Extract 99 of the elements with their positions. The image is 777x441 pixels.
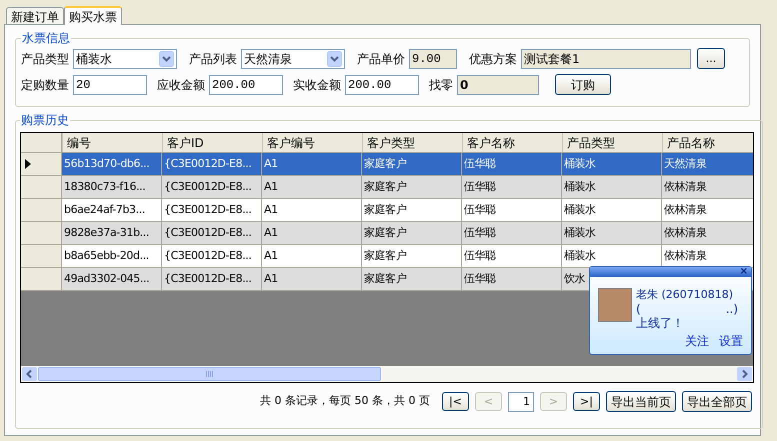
table-cell: A1 xyxy=(262,268,362,290)
chevron-down-icon xyxy=(159,50,174,66)
tab[interactable]: 新建订单 xyxy=(6,7,64,24)
readonly-field: 0 xyxy=(457,74,539,94)
horizontal-scrollbar[interactable] xyxy=(21,366,753,382)
contact-name: 老朱 (260710818) xyxy=(636,288,734,302)
pager-button[interactable]: >| xyxy=(573,392,600,411)
input-field[interactable]: 200.00 xyxy=(345,74,419,94)
online-message: 上线了！ xyxy=(636,316,685,330)
table-cell: 伍华聪 xyxy=(462,222,562,244)
readonly-field: 9.00 xyxy=(409,48,457,68)
browse-button[interactable]: ... xyxy=(697,48,725,69)
table-row[interactable]: 56b13d70-db6... {C3E0012D-E8... A1 家庭客户 伍华聪 桶装水 天然清泉 xyxy=(21,153,753,176)
table-cell: 依林清泉 xyxy=(662,176,753,198)
group-title: 购票历史 xyxy=(20,112,70,129)
table-cell: 家庭客户 xyxy=(362,199,462,221)
table-cell: b6ae24af-7b3... xyxy=(62,199,162,221)
field-label: 优惠方案 xyxy=(469,50,517,68)
row-header xyxy=(21,199,62,221)
table-cell: b8a65ebb-20d... xyxy=(62,245,162,267)
table-cell: 桶装水 xyxy=(562,153,662,175)
table-cell: 伍华聪 xyxy=(462,268,562,290)
row-header xyxy=(21,245,62,267)
table-cell: 家庭客户 xyxy=(362,153,462,175)
dropdown[interactable]: 桶装水 xyxy=(73,48,177,68)
table-row[interactable]: 18380c73-f16... {C3E0012D-E8... A1 家庭客户 伍华聪 桶装水 依林清泉 xyxy=(21,176,753,199)
table-cell: A1 xyxy=(262,245,362,267)
table-cell: 家庭客户 xyxy=(362,176,462,198)
status-text: ( xyxy=(636,302,641,316)
table-cell: 9828e37a-31b... xyxy=(62,222,162,244)
table-cell: 家庭客户 xyxy=(362,268,462,290)
table-cell: A1 xyxy=(262,199,362,221)
table-cell: A1 xyxy=(262,222,362,244)
table-cell: 桶装水 xyxy=(562,176,662,198)
table-cell: 天然清泉 xyxy=(662,153,753,175)
group-title: 水票信息 xyxy=(21,30,71,47)
grip-icon xyxy=(206,371,214,377)
table-cell: 伍华聪 xyxy=(462,245,562,267)
status-text: ..) xyxy=(726,302,738,316)
column-header: 客户编号 xyxy=(262,133,362,152)
table-cell: {C3E0012D-E8... xyxy=(162,245,262,267)
table-cell: 依林清泉 xyxy=(662,199,753,221)
row-header xyxy=(21,176,62,198)
tab[interactable]: 购买水票 xyxy=(64,6,122,25)
field-label: 产品列表 xyxy=(189,50,237,68)
column-header: 编号 xyxy=(62,133,162,152)
table-cell: 桶装水 xyxy=(562,199,662,221)
field-label: 找零 xyxy=(429,76,453,94)
table-cell: {C3E0012D-E8... xyxy=(162,222,262,244)
table-cell: 18380c73-f16... xyxy=(62,176,162,198)
table-cell: 伍华聪 xyxy=(462,199,562,221)
column-header: 产品名称 xyxy=(662,133,753,152)
table-cell: 伍华聪 xyxy=(462,176,562,198)
order-button[interactable]: 订购 xyxy=(555,74,611,95)
export-button[interactable]: 导出全部页 xyxy=(682,391,752,412)
table-row[interactable]: b8a65ebb-20d... {C3E0012D-E8... A1 家庭客户 伍华聪 桶装水 依林清泉 xyxy=(21,245,753,268)
column-header: 客户类型 xyxy=(362,133,462,152)
dropdown[interactable]: 天然清泉 xyxy=(241,48,345,68)
close-button[interactable]: × xyxy=(740,267,748,277)
page-input[interactable]: 1 xyxy=(508,392,534,412)
avatar-placeholder xyxy=(598,288,632,322)
table-cell: 家庭客户 xyxy=(362,222,462,244)
export-button[interactable]: 导出当前页 xyxy=(606,391,676,412)
table-row[interactable]: b6ae24af-7b3... {C3E0012D-E8... A1 家庭客户 伍华聪 桶装水 依林清泉 xyxy=(21,199,753,222)
table-cell: {C3E0012D-E8... xyxy=(162,268,262,290)
table-cell: 桶装水 xyxy=(562,222,662,244)
table-row[interactable]: 9828e37a-31b... {C3E0012D-E8... A1 家庭客户 伍华聪 桶装水 依林清泉 xyxy=(21,222,753,245)
scroll-right-icon[interactable] xyxy=(737,367,752,381)
table-cell: 家庭客户 xyxy=(362,245,462,267)
popup-link[interactable]: 设置 xyxy=(719,332,743,350)
column-header: 客户名称 xyxy=(462,133,562,152)
table-cell: {C3E0012D-E8... xyxy=(162,153,262,175)
pager-summary: 共 0 条记录，每页 50 条，共 0 页 xyxy=(260,393,430,410)
field-label: 应收金额 xyxy=(157,76,205,94)
pager-button[interactable]: |< xyxy=(442,392,469,411)
field-label: 实收金额 xyxy=(293,76,341,94)
input-field[interactable]: 200.00 xyxy=(209,74,283,94)
table-cell: A1 xyxy=(262,176,362,198)
field-label: 产品单价 xyxy=(357,50,405,68)
table-cell: {C3E0012D-E8... xyxy=(162,176,262,198)
popup-link[interactable]: 关注 xyxy=(685,332,709,350)
table-cell: 依林清泉 xyxy=(662,222,753,244)
current-row-icon xyxy=(25,159,31,169)
scrollbar-thumb[interactable] xyxy=(38,367,381,381)
row-header xyxy=(21,268,62,290)
table-cell: A1 xyxy=(262,153,362,175)
column-header: 产品类型 xyxy=(562,133,662,152)
table-cell: 49ad3302-045... xyxy=(62,268,162,290)
scroll-left-icon[interactable] xyxy=(22,367,37,381)
table-cell: 伍华聪 xyxy=(462,153,562,175)
field-label: 产品类型 xyxy=(21,50,69,68)
table-cell: {C3E0012D-E8... xyxy=(162,199,262,221)
row-header xyxy=(21,222,62,244)
chevron-down-icon xyxy=(327,50,342,66)
field-label: 定购数量 xyxy=(21,76,69,94)
readonly-field: 测试套餐1 xyxy=(521,48,691,68)
table-cell: 56b13d70-db6... xyxy=(62,153,162,175)
column-header: 客户ID xyxy=(162,133,262,152)
input-field[interactable]: 20 xyxy=(73,74,147,94)
